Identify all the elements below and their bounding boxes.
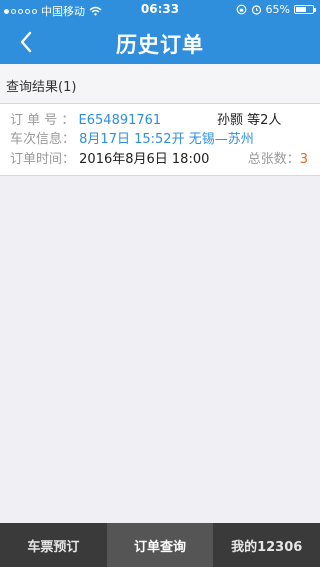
tab-label: 车票预订 (27, 539, 80, 555)
order-no-value: E654891761 (78, 113, 162, 128)
tab-ticket-booking[interactable]: 车票预订 (0, 523, 107, 567)
order-card[interactable]: 订 单 号 ： E654891761 孙颢 等2人 车次信息： 8月17日 15… (0, 104, 320, 176)
alarm-icon (251, 5, 261, 15)
tab-label: 我的12306 (231, 539, 303, 555)
nav-bar: 历史订单 (0, 20, 320, 64)
passengers-value: 孙颢 等2人 (217, 113, 282, 128)
battery-level (296, 7, 307, 12)
ticket-count-label: 总张数： (247, 152, 300, 167)
tab-bar: 车票预订 订单查询 我的12306 (0, 523, 320, 567)
order-time-value: 2016年8月6日 18:00 (79, 152, 210, 167)
battery-percent: 65% (265, 3, 290, 16)
status-bar: 中国移动 06:33 65% (0, 0, 320, 20)
rotation-lock-icon (236, 4, 246, 15)
train-info-value: 8月17日 15:52开 无锡—苏州 (79, 132, 254, 147)
tab-order-query[interactable]: 订单查询 (106, 523, 214, 567)
battery-icon (294, 5, 316, 14)
train-info-row: 车次信息： 8月17日 15:52开 无锡—苏州 (10, 131, 310, 148)
tab-label: 订单查询 (134, 539, 187, 555)
status-right: 65% (236, 3, 316, 16)
page-title: 历史订单 (116, 33, 204, 57)
order-no-row: 订 单 号 ： E654891761 孙颢 等2人 (10, 112, 310, 129)
order-no-label: 订 单 号 ： (10, 113, 75, 128)
train-info-label: 车次信息： (10, 132, 76, 147)
order-time-label: 订单时间： (10, 152, 76, 167)
order-time-row: 订单时间： 2016年8月6日 18:00 总张数：3 (10, 151, 310, 168)
results-header: 查询结果(1) (0, 64, 320, 104)
results-count-label: 查询结果(1) (6, 80, 77, 95)
ticket-count-value: 3 (299, 152, 308, 167)
tab-my-12306[interactable]: 我的12306 (213, 523, 320, 567)
ticket-count: 总张数：3 (248, 151, 308, 168)
